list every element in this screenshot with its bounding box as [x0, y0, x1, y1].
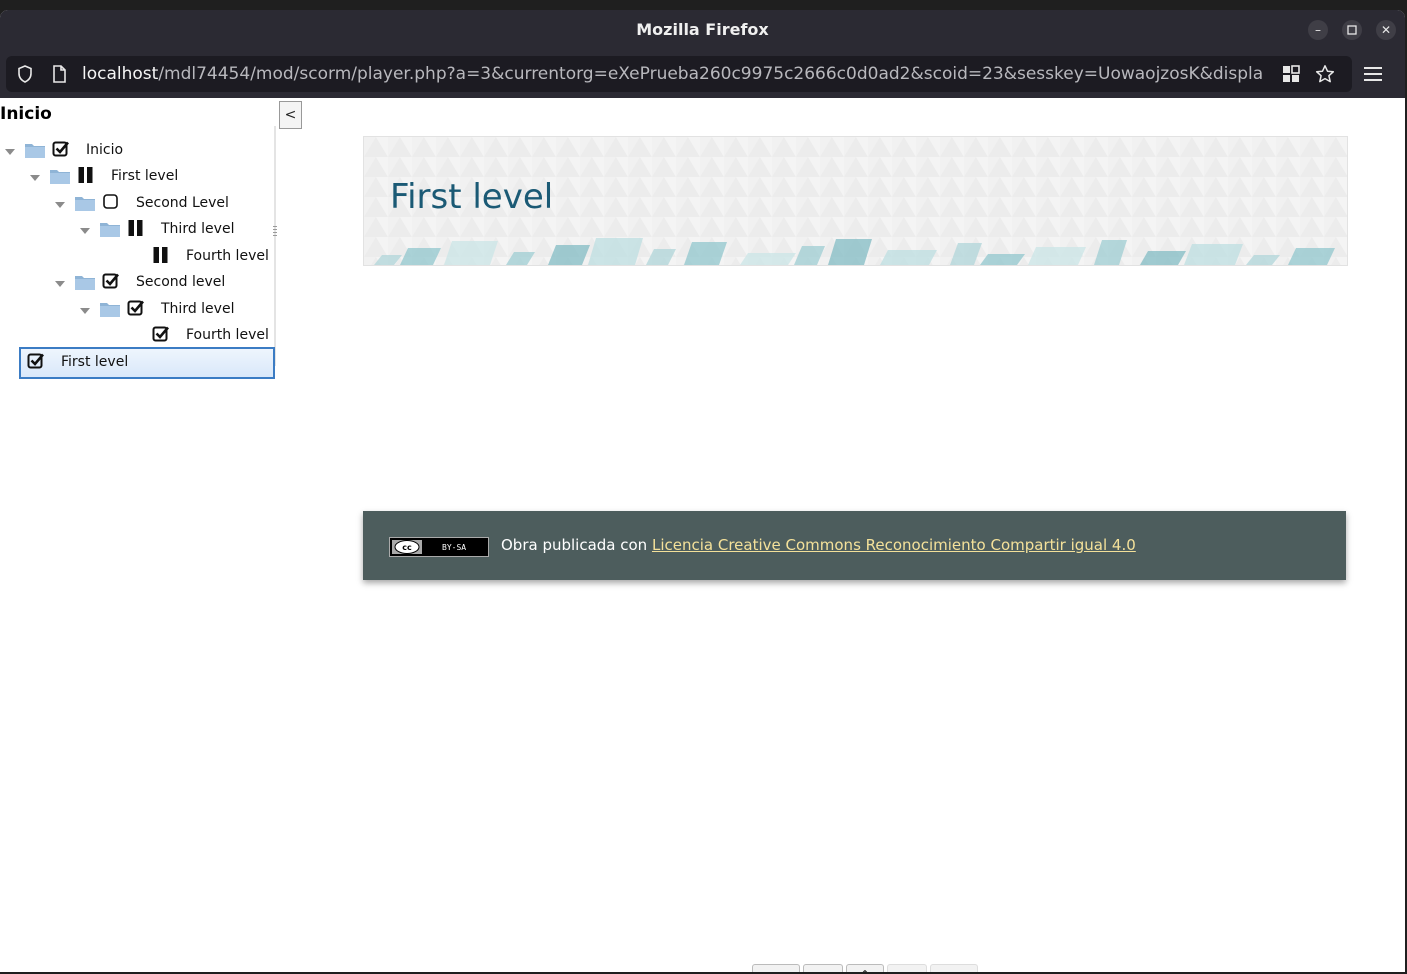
- next-sco-button[interactable]: >: [887, 964, 927, 972]
- hamburger-menu-icon[interactable]: [1362, 64, 1384, 84]
- completed-check-icon: [127, 299, 145, 317]
- url-text[interactable]: localhost/mdl74454/mod/scorm/player.php?…: [82, 64, 1272, 86]
- resize-handle[interactable]: [273, 226, 277, 238]
- toc-item-label: Second level: [136, 274, 226, 290]
- toc-item-label: Third level: [161, 301, 235, 317]
- window-title: Mozilla Firefox: [636, 20, 769, 39]
- completed-check-icon: [52, 140, 70, 158]
- toc-item[interactable]: Fourth level: [0, 246, 270, 268]
- cc-logo-icon: cc BY-SA: [391, 539, 487, 555]
- incomplete-pause-icon: [152, 246, 170, 264]
- page-icon[interactable]: [49, 64, 69, 84]
- license-link[interactable]: Licencia Creative Commons Reconocimiento…: [652, 536, 1136, 554]
- maximize-icon: [1347, 25, 1357, 35]
- toc-item-label: Second Level: [136, 195, 229, 211]
- up-sco-button[interactable]: ^: [846, 964, 884, 972]
- page-header: First level: [363, 136, 1348, 266]
- toc-item[interactable]: First level: [0, 166, 270, 188]
- title-bar: Mozilla Firefox – ✕: [0, 10, 1405, 50]
- toc-item[interactable]: First level: [0, 352, 270, 374]
- header-stripe: [880, 250, 937, 265]
- extensions-icon[interactable]: [1281, 64, 1301, 84]
- cc-license-badge[interactable]: cc BY-SA: [389, 537, 489, 557]
- toc-item[interactable]: Third level: [0, 299, 270, 321]
- previous-sco-button[interactable]: <: [803, 964, 843, 972]
- incomplete-pause-icon: [77, 166, 95, 184]
- toc-item-label: First level: [61, 354, 129, 370]
- toc-item-label: Fourth level: [186, 248, 269, 264]
- folder-icon: [100, 221, 120, 237]
- license-text: Obra publicada con Licencia Creative Com…: [501, 536, 1136, 554]
- folder-icon: [50, 168, 70, 184]
- header-stripe: [1184, 244, 1243, 265]
- page-content: Inicio < Inicio First level Second Level Th…: [0, 98, 1405, 972]
- folder-icon: [75, 195, 95, 211]
- header-stripe: [1028, 247, 1086, 265]
- folder-icon: [75, 274, 95, 290]
- header-stripe: [1288, 248, 1335, 265]
- toc-item-label: Inicio: [86, 142, 124, 158]
- toc-item-label: First level: [111, 168, 179, 184]
- toc-item-label: Third level: [161, 221, 235, 237]
- incomplete-pause-icon: [127, 219, 145, 237]
- toc-item-label: Fourth level: [186, 327, 269, 343]
- expand-arrow-icon[interactable]: [5, 149, 15, 155]
- folder-icon: [25, 142, 45, 158]
- expand-arrow-icon[interactable]: [55, 202, 65, 208]
- toc-item[interactable]: Third level: [0, 219, 270, 241]
- folder-icon: [100, 301, 120, 317]
- toc-item[interactable]: Second Level: [0, 193, 270, 215]
- browser-window: Mozilla Firefox – ✕ localhost/mdl74454/m…: [0, 10, 1405, 972]
- completed-check-icon: [102, 272, 120, 290]
- maximize-button[interactable]: [1342, 20, 1362, 40]
- shield-icon[interactable]: [15, 64, 35, 84]
- close-button[interactable]: ✕: [1376, 20, 1396, 40]
- header-stripe: [740, 253, 796, 265]
- expand-arrow-icon[interactable]: [80, 308, 90, 314]
- url-bar[interactable]: localhost/mdl74454/mod/scorm/player.php?…: [6, 56, 1352, 92]
- page-title: First level: [390, 177, 554, 217]
- toc-item[interactable]: Inicio: [0, 140, 270, 162]
- expand-arrow-icon[interactable]: [30, 175, 40, 181]
- last-sco-button[interactable]: >>: [930, 964, 978, 972]
- expand-arrow-icon[interactable]: [55, 281, 65, 287]
- toc-divider: [274, 126, 276, 366]
- header-stripe: [588, 238, 643, 265]
- header-stripe: [444, 241, 498, 265]
- minimize-button[interactable]: –: [1308, 20, 1328, 40]
- completed-check-icon: [27, 352, 45, 370]
- expand-arrow-icon[interactable]: [80, 228, 90, 234]
- svg-text:cc: cc: [402, 543, 412, 552]
- first-sco-button[interactable]: <<: [752, 964, 800, 972]
- navigation-toolbar: localhost/mdl74454/mod/scorm/player.php?…: [0, 50, 1405, 98]
- svg-text:BY-SA: BY-SA: [442, 543, 466, 552]
- license-footer: cc BY-SA Obra publicada con Licencia Cre…: [363, 511, 1346, 580]
- not-attempted-box-icon: [102, 193, 120, 211]
- header-stripe: [1140, 251, 1186, 265]
- toggle-toc-button[interactable]: <: [279, 101, 302, 129]
- completed-check-icon: [152, 325, 170, 343]
- toc-heading: Inicio: [0, 104, 52, 124]
- toc-item[interactable]: Fourth level: [0, 325, 270, 347]
- toc-item[interactable]: Second level: [0, 272, 270, 294]
- bookmark-star-icon[interactable]: [1315, 64, 1335, 84]
